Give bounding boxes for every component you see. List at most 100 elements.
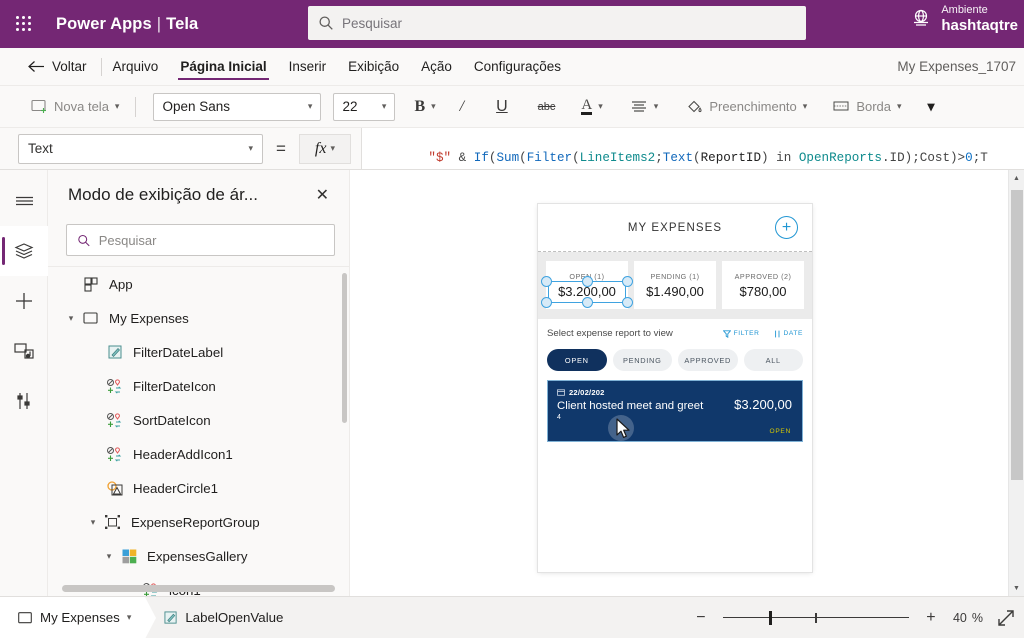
app-icon bbox=[80, 276, 102, 292]
tree-item-app[interactable]: App bbox=[48, 267, 349, 301]
gallery-icon bbox=[118, 549, 140, 564]
tab-open[interactable]: OPEN bbox=[547, 349, 607, 371]
ribbon-overflow-button[interactable]: ▾ bbox=[921, 93, 942, 120]
resize-handle-sw[interactable] bbox=[541, 297, 552, 308]
summary-card-label: APPROVED (2) bbox=[734, 271, 792, 281]
resize-handle-ne[interactable] bbox=[622, 276, 633, 287]
environment-globe-icon bbox=[909, 7, 933, 31]
zoom-value: 40 % bbox=[953, 611, 983, 625]
summary-card-pending[interactable]: PENDING (1) $1.490,00 bbox=[634, 261, 716, 309]
tree-horizontal-scrollbar[interactable] bbox=[62, 585, 335, 592]
zoom-percent: 40 bbox=[952, 610, 967, 625]
menu-item-acao[interactable]: Ação bbox=[410, 50, 463, 83]
expand-diagonal-icon[interactable] bbox=[996, 608, 1016, 628]
fill-button[interactable]: Preenchimento ▾ bbox=[679, 94, 814, 120]
tree-item-sortdateicon[interactable]: SortDateIcon bbox=[48, 403, 349, 437]
bold-button[interactable]: B ▾ bbox=[407, 93, 442, 121]
tree-item-filterdateicon[interactable]: FilterDateIcon bbox=[48, 369, 349, 403]
environment-text: Ambiente hashtaqtre bbox=[941, 4, 1018, 34]
caret-down-icon[interactable]: ▼ bbox=[1009, 580, 1024, 596]
tree-search[interactable] bbox=[66, 224, 335, 256]
border-button[interactable]: Borda ▾ bbox=[826, 94, 908, 119]
chevron-down-icon: ▾ bbox=[653, 101, 659, 111]
canvas-vertical-scrollbar[interactable]: ▲ ▼ bbox=[1008, 170, 1024, 596]
menu-item-arquivo[interactable]: Arquivo bbox=[102, 50, 170, 83]
chevron-down-icon[interactable]: ▾ bbox=[62, 313, 80, 324]
date-action-button[interactable]: DATE bbox=[774, 330, 804, 338]
tree-item-my-expenses[interactable]: ▾ My Expenses bbox=[48, 301, 349, 335]
close-icon[interactable]: ✕ bbox=[310, 181, 335, 209]
menu-item-inserir[interactable]: Inserir bbox=[278, 50, 338, 83]
app-canvas[interactable]: MY EXPENSES + OPEN (1) $3.200,00 PENDING… bbox=[350, 170, 1024, 596]
align-button[interactable]: ▾ bbox=[624, 95, 666, 118]
font-color-button[interactable]: A ▾ bbox=[574, 94, 609, 120]
tree-item-label: ExpenseReportGroup bbox=[131, 514, 260, 530]
tab-approved[interactable]: APPROVED bbox=[678, 349, 738, 371]
new-screen-label: Nova tela bbox=[54, 99, 109, 114]
property-value: Text bbox=[28, 141, 53, 156]
tree-vertical-scrollbar[interactable] bbox=[342, 273, 347, 566]
fill-bucket-icon bbox=[688, 100, 702, 112]
summary-card-open[interactable]: OPEN (1) $3.200,00 bbox=[541, 261, 633, 309]
chevron-down-icon[interactable]: ▾ bbox=[100, 551, 118, 562]
search-input[interactable] bbox=[342, 15, 796, 31]
menu-item-exibicao[interactable]: Exibição bbox=[337, 50, 410, 83]
property-select[interactable]: Text ▾ bbox=[18, 133, 263, 164]
tree-item-label: FilterDateLabel bbox=[133, 344, 224, 360]
menu-bar: Voltar Arquivo Página Inicial Inserir Ex… bbox=[0, 48, 1024, 86]
icon-control-icon bbox=[104, 378, 126, 394]
breadcrumb-control[interactable]: LabelOpenValue bbox=[156, 597, 297, 638]
zoom-slider[interactable] bbox=[722, 609, 909, 627]
data-sources-icon[interactable] bbox=[0, 326, 48, 376]
zoom-out-button[interactable]: − bbox=[692, 609, 710, 627]
resize-handle-s[interactable] bbox=[582, 297, 593, 308]
filter-action-button[interactable]: FILTER bbox=[722, 329, 760, 338]
underline-button[interactable]: U bbox=[489, 93, 515, 121]
strikethrough-label: abc bbox=[537, 100, 556, 113]
menu-item-pagina-inicial[interactable]: Página Inicial bbox=[169, 50, 277, 83]
tree-item-headeraddicon1[interactable]: HeaderAddIcon1 bbox=[48, 437, 349, 471]
chevron-down-icon[interactable]: ▾ bbox=[84, 517, 102, 528]
plus-circle-icon[interactable]: + bbox=[775, 216, 798, 239]
scrollbar-thumb[interactable] bbox=[1011, 190, 1023, 480]
zoom-in-button[interactable]: + bbox=[922, 609, 940, 627]
breadcrumb: My Expenses ▾ LabelOpenValue bbox=[0, 596, 297, 638]
tree-view-icon[interactable] bbox=[0, 226, 48, 276]
tree-item-label: My Expenses bbox=[109, 310, 189, 326]
global-search[interactable] bbox=[308, 6, 806, 40]
fx-button[interactable]: fx ▾ bbox=[298, 133, 351, 164]
funnel-icon bbox=[722, 329, 731, 338]
tab-all[interactable]: ALL bbox=[743, 349, 803, 371]
breadcrumb-screen[interactable]: My Expenses ▾ bbox=[0, 596, 146, 638]
phone-preview[interactable]: MY EXPENSES + OPEN (1) $3.200,00 PENDING… bbox=[538, 204, 812, 572]
app-launcher-icon[interactable] bbox=[0, 0, 48, 48]
resize-handle-n[interactable] bbox=[582, 276, 593, 287]
font-family-select[interactable]: Open Sans ▾ bbox=[153, 92, 322, 121]
summary-card-approved[interactable]: APPROVED (2) $780,00 bbox=[722, 261, 804, 309]
zoom-slider-knob[interactable] bbox=[768, 610, 772, 625]
formula-input[interactable]: "$" & If(Sum(Filter(LineItems2;Text(Repo… bbox=[360, 128, 1024, 169]
tab-pending[interactable]: PENDING bbox=[612, 349, 672, 371]
back-button[interactable]: Voltar bbox=[28, 59, 101, 74]
tree-item-expensesgallery[interactable]: ▾ ExpensesGallery bbox=[48, 539, 349, 573]
tree-search-input[interactable] bbox=[98, 232, 324, 248]
environment-indicator[interactable]: Ambiente hashtaqtre bbox=[909, 4, 1018, 34]
advanced-tools-icon[interactable] bbox=[0, 376, 48, 426]
italic-button[interactable]: / bbox=[453, 93, 471, 121]
resize-handle-nw[interactable] bbox=[541, 276, 552, 287]
tree-item-filterdatelabel[interactable]: FilterDateLabel bbox=[48, 335, 349, 369]
underline-label: U bbox=[496, 97, 508, 115]
resize-handle-se[interactable] bbox=[622, 297, 633, 308]
insert-plus-icon[interactable] bbox=[0, 276, 48, 326]
chevron-down-icon: ▾ bbox=[927, 98, 935, 114]
tree-item-headercircle1[interactable]: HeaderCircle1 bbox=[48, 471, 349, 505]
strikethrough-button[interactable]: abc bbox=[531, 96, 563, 118]
tree-item-expensereportgroup[interactable]: ▾ ExpenseReportGroup bbox=[48, 505, 349, 539]
hamburger-menu-icon[interactable] bbox=[0, 176, 48, 226]
caret-up-icon[interactable]: ▲ bbox=[1009, 170, 1024, 186]
menu-item-configuracoes[interactable]: Configurações bbox=[463, 50, 572, 83]
gallery-item[interactable]: 22/02/202 Client hosted meet and greet 4… bbox=[547, 380, 803, 442]
new-screen-button[interactable]: Nova tela ▾ bbox=[24, 94, 126, 119]
chevron-down-icon[interactable]: ▾ bbox=[127, 612, 132, 623]
font-size-select[interactable]: 22 ▾ bbox=[333, 92, 396, 121]
